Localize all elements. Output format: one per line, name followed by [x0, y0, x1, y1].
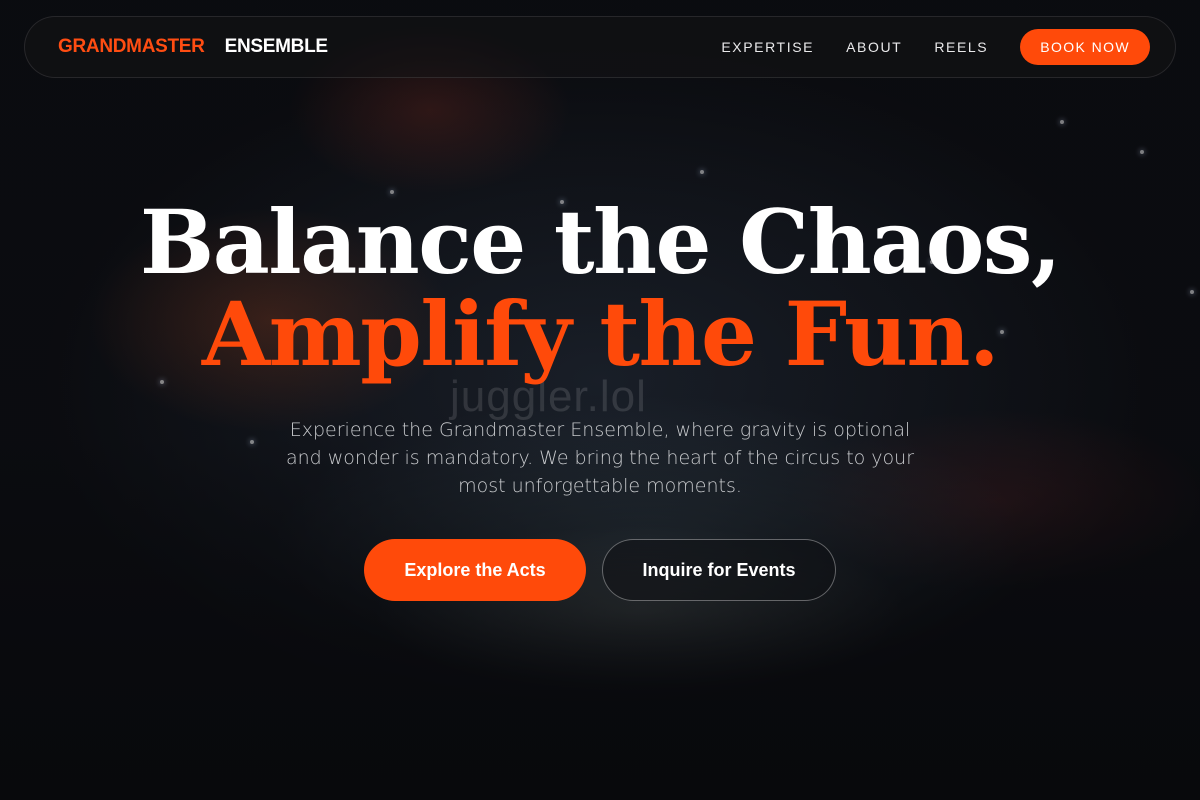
inquire-events-button[interactable]: Inquire for Events: [602, 539, 836, 601]
headline-line-1: Balance the Chaos,: [139, 190, 1062, 294]
nav-link-about[interactable]: ABOUT: [846, 39, 902, 55]
brand-logo[interactable]: GRANDMASTER ENSEMBLE: [58, 36, 328, 58]
brand-primary-text: GRANDMASTER: [58, 36, 205, 57]
nav-links: EXPERTISE ABOUT REELS BOOK NOW: [721, 29, 1150, 65]
book-now-button[interactable]: BOOK NOW: [1020, 29, 1150, 65]
top-navbar: GRANDMASTER ENSEMBLE EXPERTISE ABOUT REE…: [24, 16, 1176, 78]
hero-headline: Balance the Chaos, Amplify the Fun.: [0, 196, 1200, 380]
hero-subtext: Experience the Grandmaster Ensemble, whe…: [285, 419, 915, 497]
hero-section: GRANDMASTER ENSEMBLE EXPERTISE ABOUT REE…: [0, 0, 1200, 800]
brand-secondary-text: ENSEMBLE: [224, 36, 328, 57]
headline-line-2: Amplify the Fun.: [201, 282, 1000, 386]
nav-link-reels[interactable]: REELS: [934, 39, 988, 55]
hero-cta-group: Explore the Acts Inquire for Events: [364, 539, 836, 601]
nav-link-expertise[interactable]: EXPERTISE: [721, 39, 814, 55]
explore-acts-button[interactable]: Explore the Acts: [364, 539, 586, 601]
